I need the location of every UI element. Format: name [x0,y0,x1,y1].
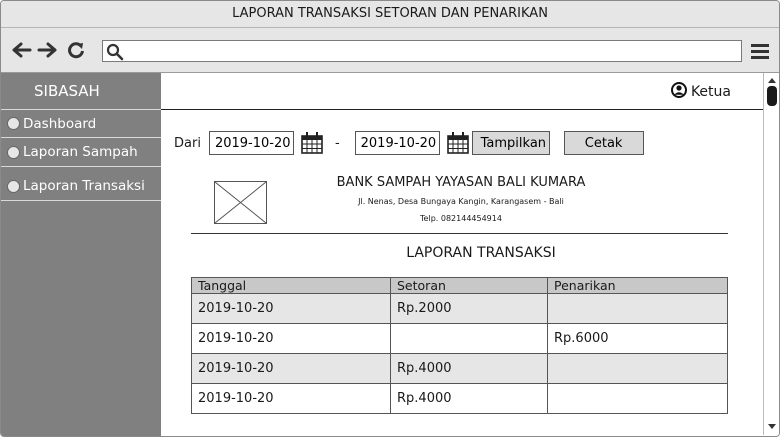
calendar-icon[interactable] [300,131,324,155]
cell-deposit: Rp.2000 [390,293,548,324]
to-date-input[interactable] [354,131,440,155]
organization-phone: Telp. 082144454914 [420,214,502,223]
table-row: 2019-10-20 Rp.2000 [191,293,728,324]
radio-icon [7,179,20,193]
cell-date: 2019-10-20 [191,293,391,324]
sidebar-item-laporan-transaksi[interactable]: Laporan Transaksi [1,172,161,201]
main-content: Dari - Tampilkan Cetak BANK SAMPAH YAYAS… [161,111,763,435]
from-date-input[interactable] [208,131,294,155]
table-row: 2019-10-20 Rp.6000 [191,323,728,354]
sidebar: SIBASAH Dashboard Laporan Sampah Laporan… [1,73,161,436]
hamburger-menu-icon[interactable] [749,41,771,61]
radio-icon [7,145,20,159]
vertical-scrollbar[interactable] [763,73,779,435]
organization-name: BANK SAMPAH YAYASAN BALI KUMARA [336,175,586,190]
report-title: LAPORAN TRANSAKSI [406,245,556,261]
forward-arrow-icon[interactable] [36,39,58,61]
transaction-table: Tanggal Setoran Penarikan 2019-10-20 Rp.… [191,277,728,414]
user-icon [670,82,687,102]
cell-withdrawal [547,293,728,324]
show-button[interactable]: Tampilkan [471,131,550,155]
scroll-down-icon[interactable] [767,423,777,431]
column-header-withdrawal: Penarikan [547,277,728,294]
page-header: Ketua [161,73,763,110]
search-icon [106,43,124,61]
url-input[interactable] [129,43,729,59]
cell-deposit: Rp.4000 [390,353,548,384]
print-button[interactable]: Cetak [563,131,644,155]
table-row: 2019-10-20 Rp.4000 [191,383,728,414]
cell-withdrawal: Rp.6000 [547,323,728,354]
organization-address: Jl. Nenas, Desa Bungaya Kangin, Karangas… [358,197,564,206]
window-title: LAPORAN TRANSAKSI SETORAN DAN PENARIKAN [1,1,779,28]
from-label: Dari [174,135,201,151]
table-row: 2019-10-20 Rp.4000 [191,353,728,384]
table-header-row: Tanggal Setoran Penarikan [191,277,728,294]
cell-date: 2019-10-20 [191,323,391,354]
reload-icon[interactable] [65,39,87,61]
scrollbar-thumb[interactable] [767,86,777,106]
column-header-date: Tanggal [191,277,391,294]
browser-window: LAPORAN TRANSAKSI SETORAN DAN PENARIKAN … [0,0,780,437]
cell-deposit: Rp.4000 [390,383,548,414]
cell-date: 2019-10-20 [191,383,391,414]
browser-toolbar [1,28,779,73]
cell-deposit [390,323,548,354]
radio-icon [7,117,20,130]
header-divider [191,233,728,234]
scroll-up-icon[interactable] [767,76,777,84]
logo-placeholder-icon [214,181,267,224]
sidebar-item-label: Laporan Sampah [23,144,138,160]
address-bar[interactable] [102,40,742,62]
cell-date: 2019-10-20 [191,353,391,384]
column-header-deposit: Setoran [390,277,548,294]
user-menu[interactable]: Ketua [670,82,731,102]
back-arrow-icon[interactable] [11,39,33,61]
sidebar-item-label: Laporan Transaksi [23,178,145,194]
user-name: Ketua [690,84,731,100]
cell-withdrawal [547,353,728,384]
date-filter: Dari - Tampilkan Cetak [174,131,644,155]
app-title: SIBASAH [1,73,161,110]
date-separator: - [334,135,340,151]
sidebar-item-dashboard[interactable]: Dashboard [1,110,161,138]
sidebar-item-laporan-sampah[interactable]: Laporan Sampah [1,138,161,167]
sidebar-item-label: Dashboard [23,115,97,132]
cell-withdrawal [547,383,728,414]
calendar-icon[interactable] [446,131,470,155]
